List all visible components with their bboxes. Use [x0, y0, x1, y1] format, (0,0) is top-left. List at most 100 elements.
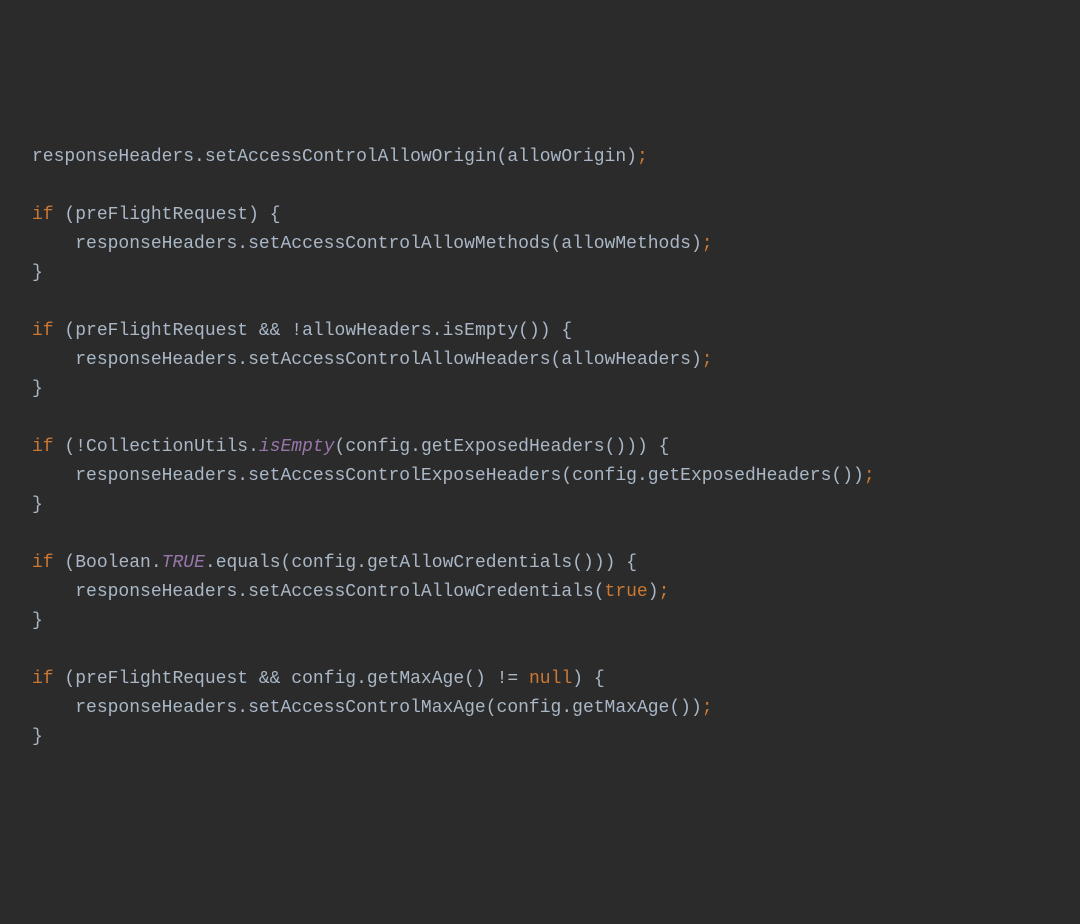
identifier: config: [572, 466, 637, 486]
close-brace: }: [32, 263, 43, 283]
method-name: getExposedHeaders: [648, 466, 832, 486]
code-line-empty: [32, 288, 1080, 317]
close-paren: ): [626, 437, 637, 457]
identifier: allowHeaders: [561, 350, 691, 370]
code-line-empty: [32, 404, 1080, 433]
open-brace: {: [659, 437, 670, 457]
close-paren: ): [248, 205, 259, 225]
open-paren: (: [464, 669, 475, 689]
open-paren: (: [518, 321, 529, 341]
close-paren: ): [691, 350, 702, 370]
operator-not: !: [291, 321, 302, 341]
semicolon: ;: [702, 234, 713, 254]
code-line-empty: [32, 520, 1080, 549]
keyword-if: if: [32, 553, 54, 573]
punct-dot: .: [237, 350, 248, 370]
open-paren: (: [594, 582, 605, 602]
close-paren: ): [583, 553, 594, 573]
open-paren: (: [831, 466, 842, 486]
identifier: responseHeaders: [75, 582, 237, 602]
close-paren: ): [680, 698, 691, 718]
identifier: responseHeaders: [32, 147, 194, 167]
punct-dot: .: [561, 698, 572, 718]
method-name: isEmpty: [443, 321, 519, 341]
method-name: setAccessControlMaxAge: [248, 698, 486, 718]
code-line: if (Boolean.TRUE.equals(config.getAllowC…: [32, 549, 1080, 578]
keyword-true: true: [605, 582, 648, 602]
close-paren: ): [648, 582, 659, 602]
close-brace: }: [32, 727, 43, 747]
semicolon: ;: [864, 466, 875, 486]
code-line: responseHeaders.setAccessControlMaxAge(c…: [32, 694, 1080, 723]
code-line: }: [32, 607, 1080, 636]
close-paren: ): [529, 321, 540, 341]
operator-not: !: [75, 437, 86, 457]
open-brace: {: [270, 205, 281, 225]
close-paren: ): [540, 321, 551, 341]
punct-dot: .: [637, 466, 648, 486]
method-name: getExposedHeaders: [421, 437, 605, 457]
punct-dot: .: [237, 698, 248, 718]
method-name: setAccessControlAllowCredentials: [248, 582, 594, 602]
indent: [32, 582, 75, 602]
punct-dot: .: [410, 437, 421, 457]
punct-dot: .: [248, 437, 259, 457]
close-brace: }: [32, 379, 43, 399]
method-name: getMaxAge: [572, 698, 669, 718]
operator-neq: !=: [497, 669, 519, 689]
operator-and: &&: [259, 321, 281, 341]
punct-dot: .: [356, 669, 367, 689]
punct-dot: .: [237, 466, 248, 486]
identifier: config: [497, 698, 562, 718]
keyword-if: if: [32, 437, 54, 457]
identifier: responseHeaders: [75, 350, 237, 370]
open-paren: (: [497, 147, 508, 167]
code-line: if (preFlightRequest && !allowHeaders.is…: [32, 317, 1080, 346]
code-line: responseHeaders.setAccessControlAllowMet…: [32, 230, 1080, 259]
open-paren: (: [64, 669, 75, 689]
close-paren: ): [594, 553, 605, 573]
open-paren: (: [551, 350, 562, 370]
identifier: preFlightRequest: [75, 669, 248, 689]
code-line-empty: [32, 172, 1080, 201]
open-paren: (: [64, 553, 75, 573]
punct-dot: .: [151, 553, 162, 573]
identifier: preFlightRequest: [75, 321, 248, 341]
open-brace: {: [561, 321, 572, 341]
close-brace: }: [32, 611, 43, 631]
identifier: responseHeaders: [75, 698, 237, 718]
identifier: config: [291, 553, 356, 573]
method-name: setAccessControlAllowHeaders: [248, 350, 550, 370]
indent: [32, 350, 75, 370]
keyword-if: if: [32, 321, 54, 341]
open-paren: (: [281, 553, 292, 573]
punct-dot: .: [194, 147, 205, 167]
identifier: preFlightRequest: [75, 205, 248, 225]
keyword-if: if: [32, 205, 54, 225]
open-paren: (: [486, 698, 497, 718]
keyword-if: if: [32, 669, 54, 689]
close-paren: ): [691, 698, 702, 718]
semicolon: ;: [702, 350, 713, 370]
open-paren: (: [669, 698, 680, 718]
code-line: }: [32, 723, 1080, 752]
open-paren: (: [572, 553, 583, 573]
code-editor[interactable]: responseHeaders.setAccessControlAllowOri…: [32, 143, 1080, 752]
method-name: setAccessControlAllowOrigin: [205, 147, 497, 167]
code-line: responseHeaders.setAccessControlExposeHe…: [32, 462, 1080, 491]
identifier: allowOrigin: [507, 147, 626, 167]
code-line: }: [32, 375, 1080, 404]
punct-dot: .: [237, 582, 248, 602]
open-paren: (: [64, 437, 75, 457]
close-paren: ): [626, 147, 637, 167]
open-brace: {: [626, 553, 637, 573]
method-name: setAccessControlAllowMethods: [248, 234, 550, 254]
identifier: allowMethods: [561, 234, 691, 254]
identifier: config: [291, 669, 356, 689]
static-field: TRUE: [162, 553, 205, 573]
operator-and: &&: [259, 669, 281, 689]
semicolon: ;: [659, 582, 670, 602]
method-name: setAccessControlExposeHeaders: [248, 466, 561, 486]
code-line: responseHeaders.setAccessControlAllowHea…: [32, 346, 1080, 375]
open-paren: (: [335, 437, 346, 457]
